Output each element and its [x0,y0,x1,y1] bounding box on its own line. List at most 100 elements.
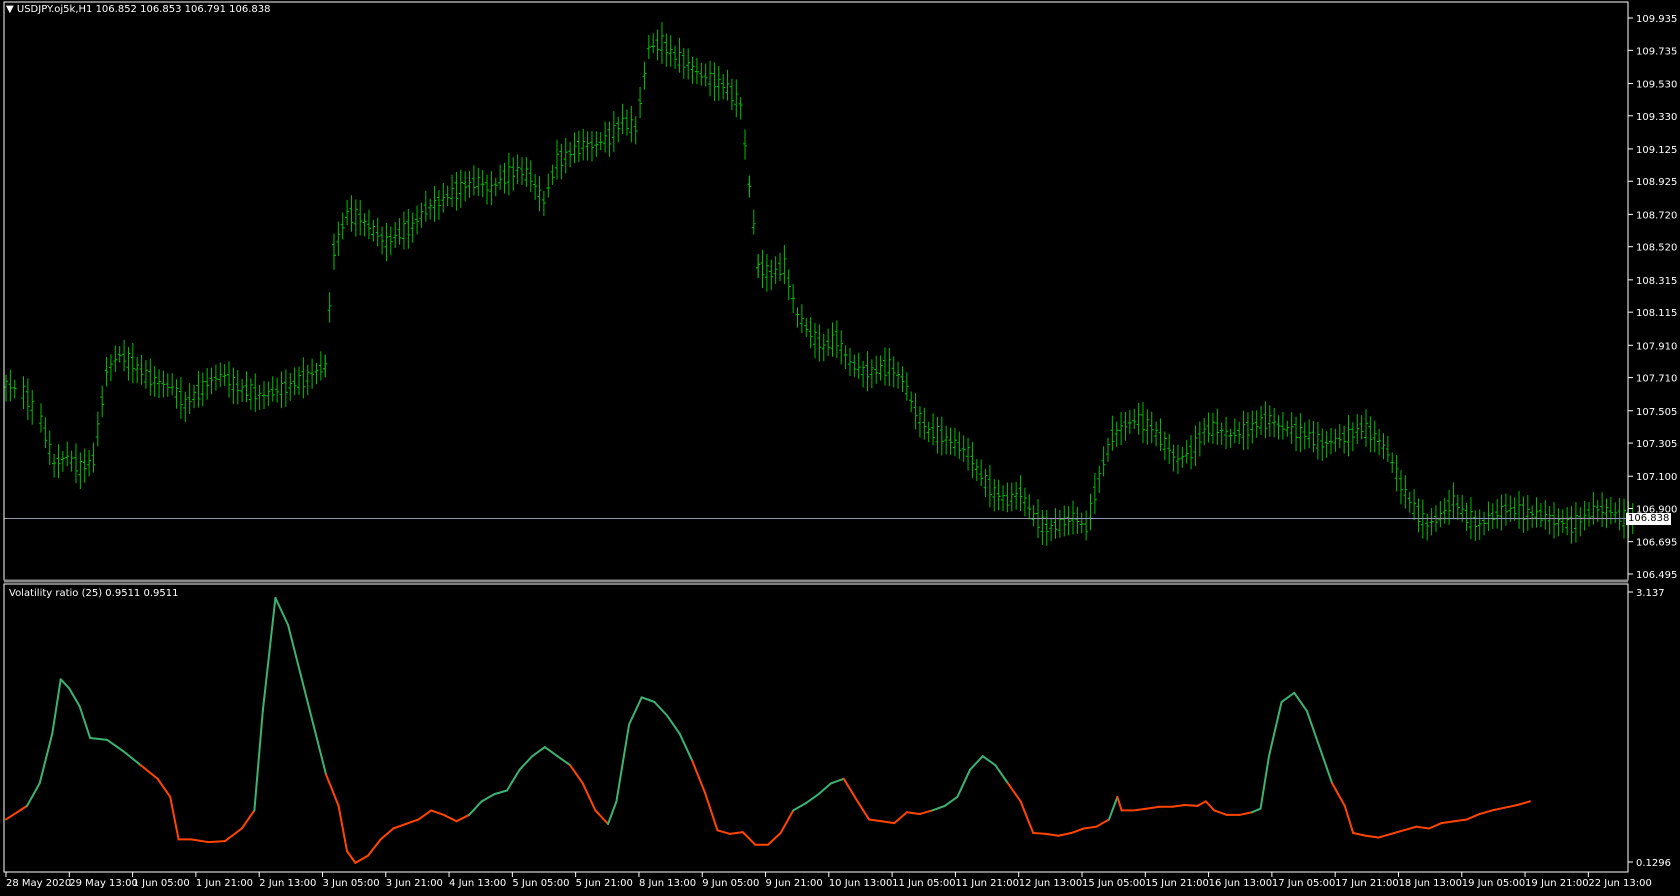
ratio-segment [493,789,508,796]
price-bar [712,62,717,102]
price-bar [152,366,157,397]
price-bar [380,226,385,255]
ratio-segment [38,732,54,785]
ratio-segment [842,777,858,801]
price-bar [1578,507,1583,537]
ratio-segment [1364,834,1380,839]
time-tick-label: 19 Jun 05:00 [1462,878,1526,889]
ratio-segment [918,809,934,816]
price-bar [275,377,280,403]
price-bar [1097,465,1102,494]
ratio-segment [442,813,458,823]
price-bar [91,442,96,473]
chart-window[interactable]: 109.935 109.735 109.530 109.330 109.125 108.9… [0,0,1680,892]
ratio-segment [1057,832,1073,837]
price-bar [196,371,201,408]
price-bar [353,199,358,237]
price-bar [996,479,1001,511]
ratio-segment [543,746,559,758]
ratio-segment [905,811,921,816]
price-bar [987,464,992,508]
price-bar [979,459,984,487]
price-bar [1136,402,1141,435]
price-bar [847,347,852,376]
price-bar [165,373,170,397]
price-bar [1123,411,1128,441]
price-bar [756,254,761,278]
price-bar [1556,508,1561,537]
price-bar [454,172,459,211]
price-bar [47,430,52,465]
ratio-segment [1006,782,1022,803]
price-bar [1206,412,1211,443]
price-bar [502,162,507,194]
price-bar [856,352,861,380]
price-bar [738,97,743,120]
price-bar [143,360,148,389]
price-bar [463,171,468,202]
ratio-segment [1331,782,1346,807]
price-bar [1385,435,1390,463]
price-bar [546,173,551,198]
symbol-title[interactable]: ▼ USDJPY.oj5k,H1 106.852 106.853 106.791… [6,4,271,15]
price-tick-label: 109.530 [1636,79,1677,90]
price-tick-label: 109.330 [1636,112,1677,123]
ratio-segment [122,750,142,767]
price-bar [283,369,288,407]
price-bar [690,56,695,84]
time-tick-label: 1 Jun 21:00 [196,878,253,889]
price-bar [524,157,529,187]
price-bar [891,356,896,388]
price-bar [1311,421,1316,453]
price-bar [349,195,354,232]
price-bar [568,141,573,168]
time-tick-label: 11 Jun 21:00 [955,878,1019,889]
price-bar [1062,505,1067,537]
price-bar [1495,499,1500,529]
ratio-segment [190,838,210,844]
ratio-segment [931,804,946,812]
time-tick-label: 5 Jun 21:00 [576,878,633,889]
price-tick-label: 107.505 [1636,407,1677,418]
price-bar [183,391,188,423]
price-bar [104,356,109,387]
price-bar [345,199,350,226]
price-bar [1202,417,1207,446]
price-bar [56,444,61,478]
ratio-segment [893,811,908,825]
ratio-segment [956,768,972,798]
price-bar [830,322,835,357]
price-bar [305,364,310,396]
price-bar [1560,509,1565,534]
price-bar [1092,472,1097,515]
price-bar [1455,494,1460,521]
price-bar [4,374,8,402]
price-bar [1429,508,1434,536]
price-panel[interactable] [4,22,1635,546]
ratio-segment [480,793,496,803]
ratio-segment [1516,800,1531,806]
indicator-panel[interactable] [5,596,1531,864]
ratio-segment [1095,818,1111,828]
time-tick-label: 1 Jun 05:00 [133,878,190,889]
price-bar [1377,429,1382,456]
time-tick-label: 15 Jun 21:00 [1145,878,1209,889]
ratio-segment [324,773,340,807]
price-tick-label: 107.305 [1636,439,1677,450]
ratio-segment [253,709,264,812]
price-bar [1171,444,1176,472]
ratio-segment [1196,800,1207,807]
price-bar [1538,502,1543,527]
price-bar [318,351,323,381]
ratio-segment [354,854,370,864]
ratio-segment [261,596,277,712]
price-bar [764,254,769,292]
price-bar [638,86,643,119]
price-bar [450,174,455,208]
chart-canvas[interactable]: 109.935 109.735 109.530 109.330 109.125 108.9… [0,0,1680,892]
price-bar [1075,506,1080,534]
dropdown-arrow-icon[interactable]: ▼ [6,4,14,15]
ratio-segment [1204,800,1216,812]
price-bar [493,177,498,197]
price-bar [1180,447,1185,468]
